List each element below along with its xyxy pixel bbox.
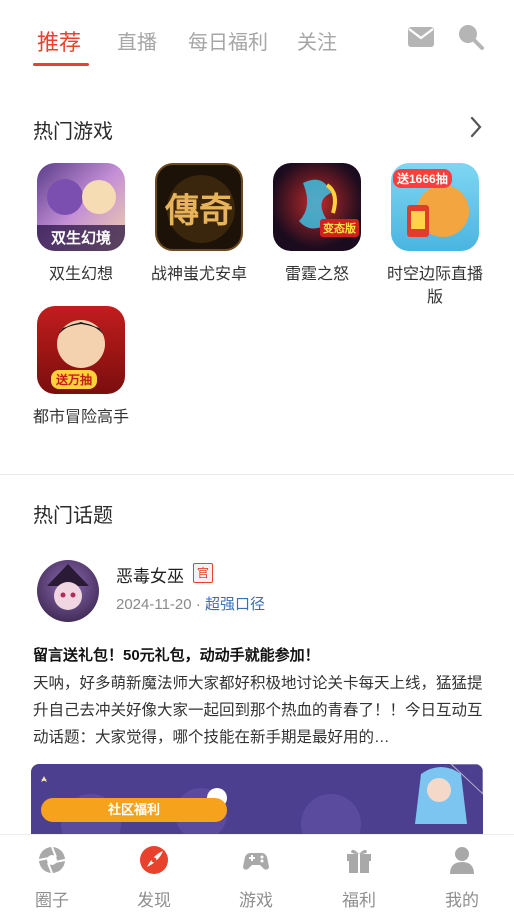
nav-me[interactable]: 我的 [432, 845, 492, 911]
game-icon-leiting: 变态版 [273, 163, 361, 251]
game-icon-text: 送1666抽 [393, 169, 452, 188]
discover-icon [140, 846, 168, 874]
game-name: 双生幻想 [48, 266, 113, 283]
user-icon [450, 847, 474, 874]
search-icon[interactable] [456, 22, 486, 52]
game-item[interactable]: 傳奇 战神蚩尤安卓 [149, 163, 249, 286]
game-icon-text: 傳奇 [165, 191, 233, 231]
tab-live[interactable]: 直播 [117, 26, 157, 55]
mail-icon[interactable] [406, 22, 436, 52]
game-icon-text: 变态版 [320, 219, 359, 237]
gamepad-icon [243, 852, 269, 870]
aperture-icon [38, 846, 66, 874]
nav-label: 游戏 [239, 891, 273, 910]
bottom-nav: 圈子 发现 游戏 福利 我的 [0, 834, 514, 914]
nav-games[interactable]: 游戏 [226, 845, 286, 911]
nav-welfare[interactable]: 福利 [329, 845, 389, 911]
game-name: 雷霆之怒 [284, 266, 349, 283]
author-name[interactable]: 恶毒女巫 [116, 562, 184, 587]
game-icon-shuangsheng: 双生幻境 [37, 163, 125, 251]
game-icon-zhanshen: 傳奇 [155, 163, 243, 251]
post-banner-image[interactable]: 社区福利 [31, 764, 483, 844]
nav-discover[interactable]: 发现 [124, 845, 184, 911]
meta-separator: · [195, 596, 201, 613]
game-name: 都市冒险高手 [32, 409, 129, 426]
post-title[interactable]: 留言送礼包！50元礼包，动动手就能参加！ [33, 644, 320, 665]
active-tab-indicator [33, 63, 89, 66]
hot-topics-title: 热门话题 [33, 505, 113, 527]
chevron-right-icon[interactable] [468, 115, 484, 139]
nav-circle[interactable]: 圈子 [22, 845, 82, 911]
game-icon-text: 送万抽 [51, 370, 98, 389]
nav-label: 我的 [445, 891, 479, 910]
section-divider [0, 474, 514, 475]
post-body[interactable]: 天呐，好多萌新魔法师大家都好积极地讨论关卡每天上线，猛猛提升自己去冲关好像大家一… [33, 670, 483, 751]
game-icon-dushi: 送万抽 [37, 306, 125, 394]
game-name: 时空边际直播版 [386, 266, 483, 306]
tab-daily-welfare[interactable]: 每日福利 [188, 26, 268, 55]
top-tab-bar: 推荐 直播 每日福利 关注 [0, 0, 514, 72]
hot-games-title: 热门游戏 [33, 121, 113, 143]
nav-label: 福利 [342, 891, 376, 910]
official-badge: 官 [193, 563, 213, 583]
game-item[interactable]: 送万抽 都市冒险高手 [31, 306, 131, 429]
game-icon-text: 双生幻境 [50, 230, 111, 247]
post-meta: 2024-11-20 · 超强口径 [116, 593, 265, 614]
game-item[interactable]: 双生幻境 双生幻想 [31, 163, 131, 286]
avatar[interactable] [37, 560, 99, 622]
nav-label: 圈子 [35, 891, 69, 910]
gift-icon [347, 849, 371, 873]
banner-tag: 社区福利 [41, 798, 227, 822]
game-icon-shikong: 送1666抽 [391, 163, 479, 251]
game-item[interactable]: 变态版 雷霆之怒 [267, 163, 367, 286]
game-item[interactable]: 送1666抽 时空边际直播版 [385, 163, 485, 309]
tab-recommend[interactable]: 推荐 [37, 25, 81, 57]
game-name: 战神蚩尤安卓 [150, 266, 247, 283]
game-link[interactable]: 超强口径 [205, 596, 265, 613]
tab-follow[interactable]: 关注 [297, 26, 337, 55]
post-date: 2024-11-20 [116, 596, 192, 613]
nav-label: 发现 [137, 891, 171, 910]
